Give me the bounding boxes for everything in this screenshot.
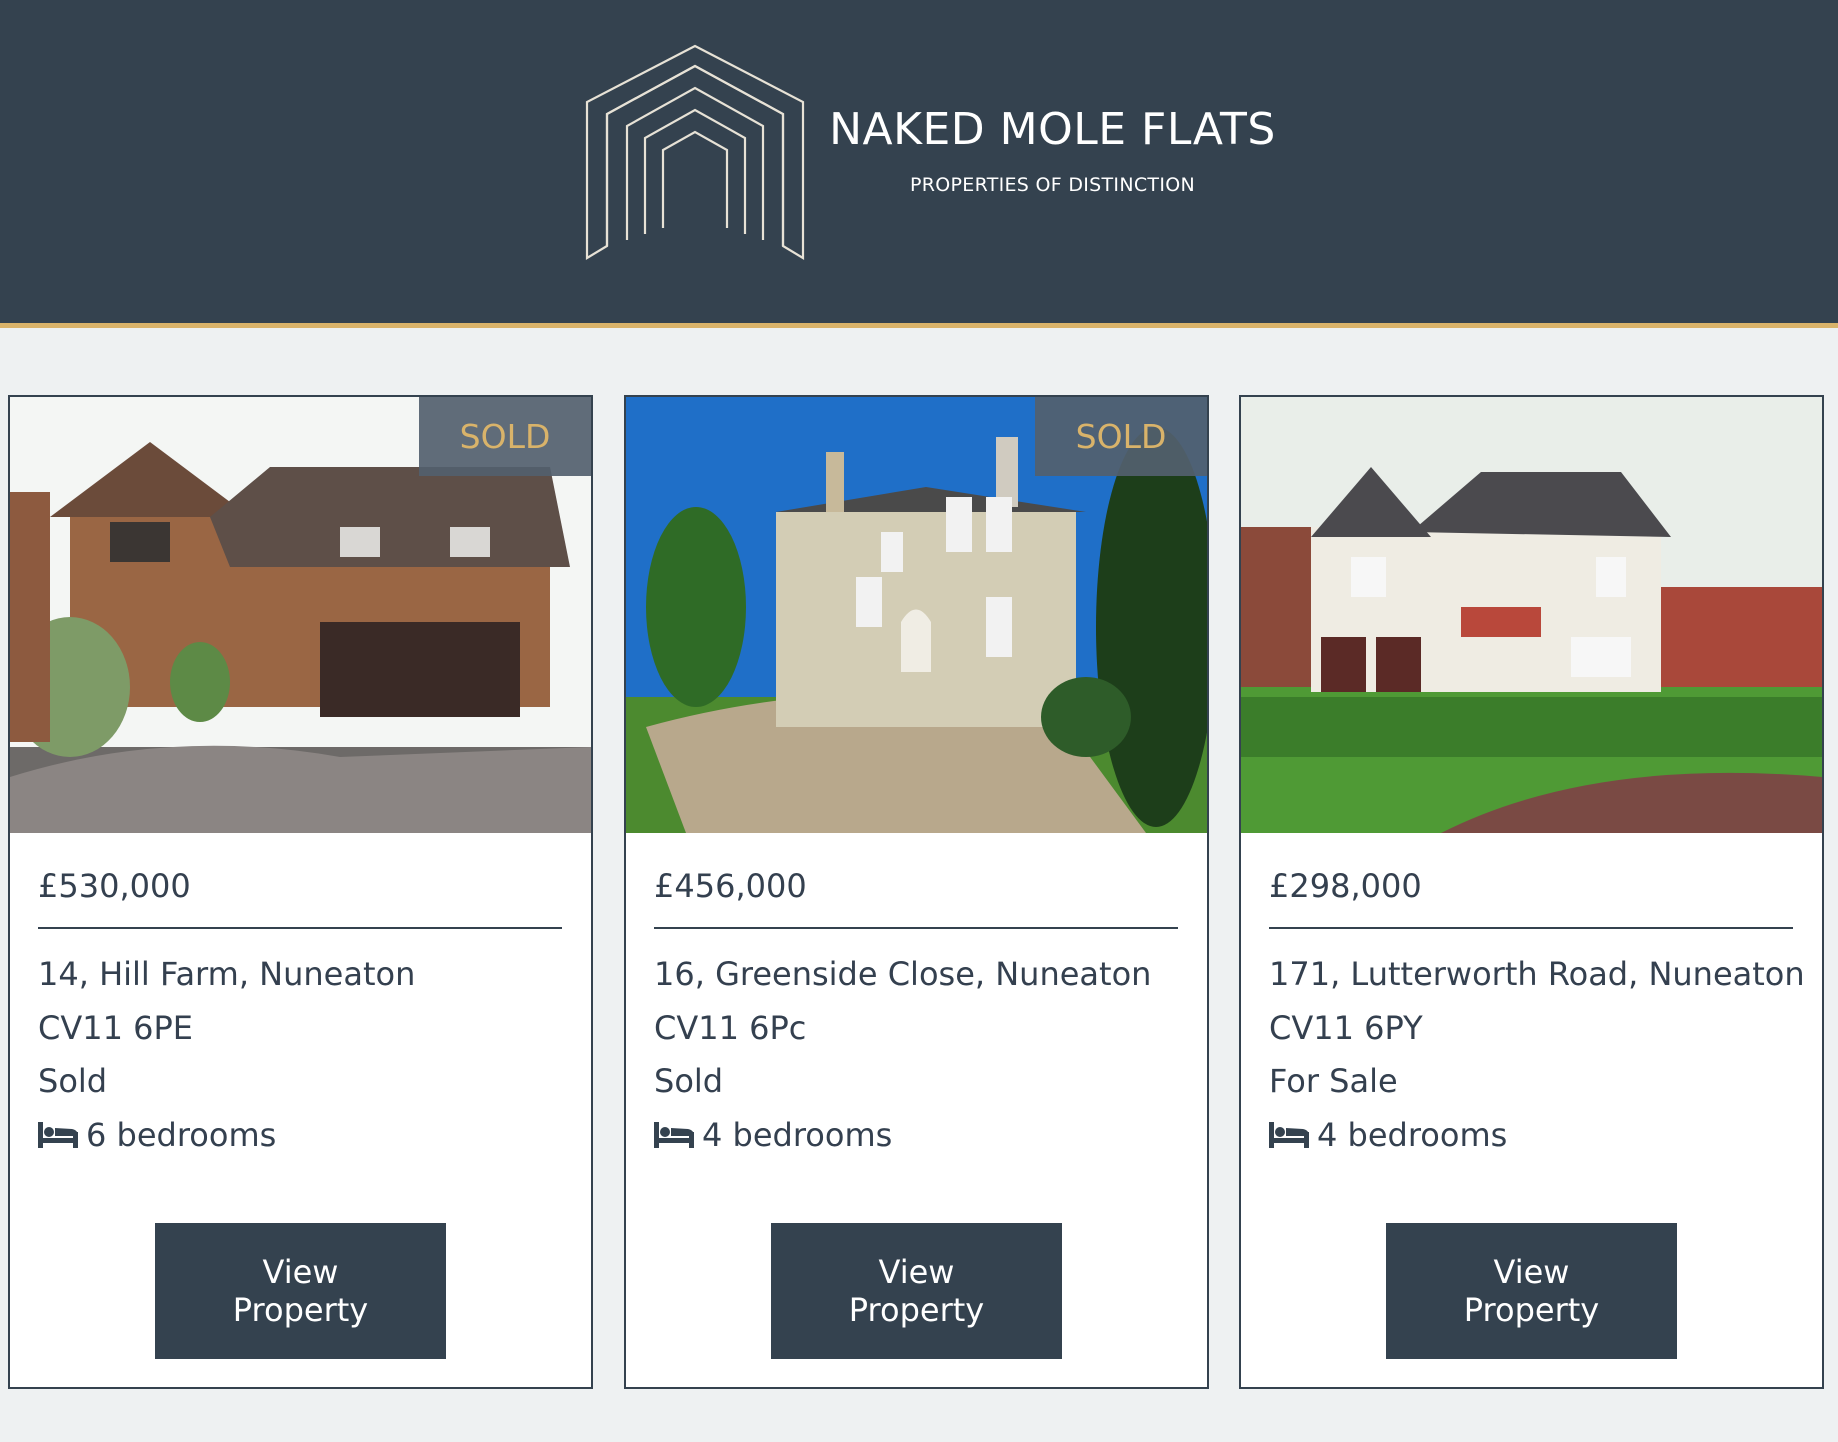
- property-photo[interactable]: SOLD: [10, 397, 591, 833]
- property-address: 171, Lutterworth Road, Nuneaton: [1269, 955, 1805, 993]
- view-property-button[interactable]: View Property: [1386, 1223, 1677, 1359]
- view-property-button[interactable]: View Property: [155, 1223, 446, 1359]
- divider: [1269, 927, 1793, 929]
- property-status: Sold: [38, 1062, 108, 1100]
- bedrooms-label: 6 bedrooms: [86, 1116, 277, 1154]
- property-status: Sold: [654, 1062, 724, 1100]
- site-header: NAKED MOLE FLATS PROPERTIES OF DISTINCTI…: [0, 0, 1838, 328]
- property-photo[interactable]: [1241, 397, 1822, 833]
- property-postcode: CV11 6PE: [38, 1009, 193, 1047]
- brand-subtitle: PROPERTIES OF DISTINCTION: [910, 174, 1195, 196]
- property-price: £456,000: [654, 867, 807, 905]
- property-bedrooms: 4 bedrooms: [654, 1116, 892, 1154]
- divider: [654, 927, 1178, 929]
- brand-title: NAKED MOLE FLATS: [829, 104, 1276, 155]
- bed-icon: [1269, 1122, 1309, 1148]
- sold-badge: SOLD: [1035, 397, 1207, 476]
- bedrooms-label: 4 bedrooms: [702, 1116, 893, 1154]
- property-postcode: CV11 6PY: [1269, 1009, 1423, 1047]
- property-card: SOLD £530,000 14, Hill Farm, Nuneaton CV…: [8, 395, 593, 1389]
- property-address: 16, Greenside Close, Nuneaton: [654, 955, 1152, 993]
- bedrooms-label: 4 bedrooms: [1317, 1116, 1508, 1154]
- property-card: SOLD £456,000 16, Greenside Close, Nunea…: [624, 395, 1209, 1389]
- bed-icon: [654, 1122, 694, 1148]
- bed-icon: [38, 1122, 78, 1148]
- property-bedrooms: 4 bedrooms: [1269, 1116, 1507, 1154]
- property-price: £298,000: [1269, 867, 1422, 905]
- property-photo[interactable]: SOLD: [626, 397, 1207, 833]
- property-status: For Sale: [1269, 1062, 1398, 1100]
- divider: [38, 927, 562, 929]
- property-bedrooms: 6 bedrooms: [38, 1116, 276, 1154]
- logo-icon: [585, 44, 805, 260]
- sold-badge: SOLD: [419, 397, 591, 476]
- property-address: 14, Hill Farm, Nuneaton: [38, 955, 416, 993]
- property-postcode: CV11 6Pc: [654, 1009, 807, 1047]
- view-property-button[interactable]: View Property: [771, 1223, 1062, 1359]
- property-card: £298,000 171, Lutterworth Road, Nuneaton…: [1239, 395, 1824, 1389]
- property-price: £530,000: [38, 867, 191, 905]
